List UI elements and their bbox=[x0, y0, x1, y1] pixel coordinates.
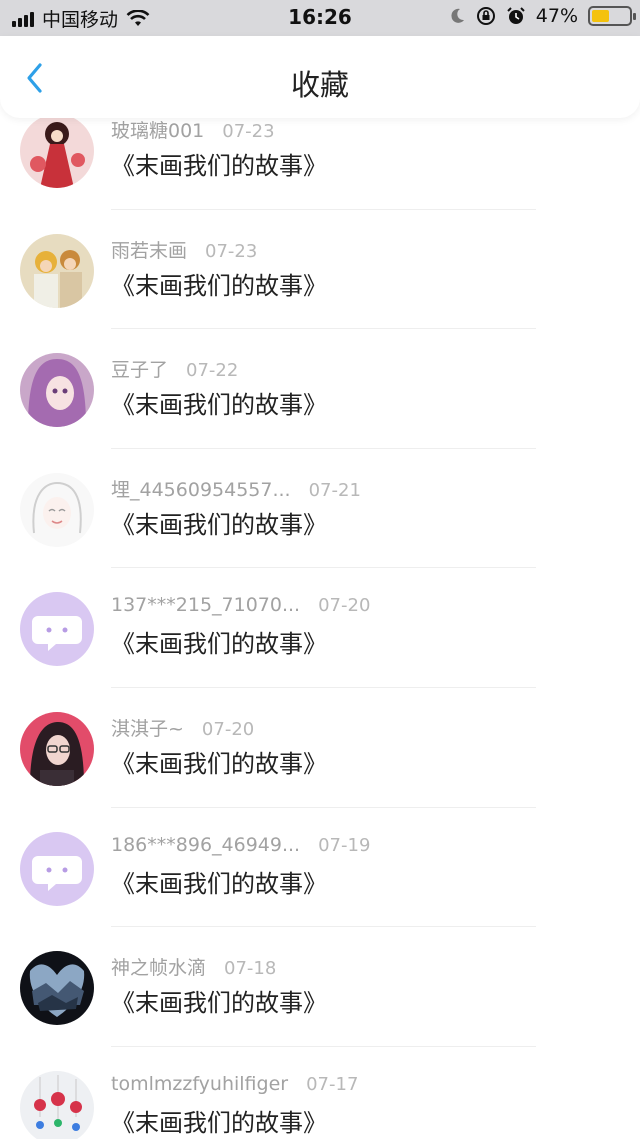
battery-fill bbox=[592, 10, 609, 22]
battery-icon bbox=[588, 6, 636, 26]
list-item[interactable]: 137***215_71070... 07-20 《末画我们的故事》 bbox=[0, 568, 640, 688]
avatar[interactable] bbox=[20, 233, 94, 308]
list-item[interactable]: 玻璃糖001 07-23 《末画我们的故事》 bbox=[0, 118, 640, 210]
alarm-icon bbox=[507, 7, 525, 24]
favorite-date: 07-21 bbox=[308, 479, 361, 501]
username: 玻璃糖001 bbox=[111, 120, 205, 142]
work-title: 《末画我们的故事》 bbox=[111, 271, 327, 300]
list-item[interactable]: tomlmzzfyuhilfiger 07-17 《末画我们的故事》 bbox=[0, 1047, 640, 1139]
work-title: 《末画我们的故事》 bbox=[111, 749, 327, 778]
favorite-date: 07-17 bbox=[306, 1073, 359, 1095]
username: 186***896_46949... bbox=[111, 833, 301, 856]
favorite-date: 07-23 bbox=[222, 121, 275, 142]
avatar[interactable] bbox=[20, 831, 94, 906]
favorites-list[interactable]: 玻璃糖001 07-23 《末画我们的故事》 雨若末画 07-23 《末画我们的… bbox=[0, 118, 640, 1139]
favorite-date: 07-19 bbox=[318, 834, 371, 856]
list-item[interactable]: 埋_44560954557... 07-21 《末画我们的故事》 bbox=[0, 449, 640, 569]
work-title: 《末画我们的故事》 bbox=[111, 630, 327, 659]
username: 神之帧水滴 bbox=[111, 957, 207, 980]
page-title: 收藏 bbox=[290, 68, 349, 102]
avatar[interactable] bbox=[20, 592, 94, 667]
moon-icon bbox=[451, 8, 464, 23]
work-title: 《末画我们的故事》 bbox=[111, 510, 327, 539]
avatar[interactable] bbox=[20, 951, 94, 1026]
username: 埋_44560954557... bbox=[111, 478, 291, 501]
nav-bar: 收藏 bbox=[0, 36, 640, 118]
avatar[interactable] bbox=[20, 1070, 94, 1139]
favorite-date: 07-20 bbox=[318, 595, 371, 617]
work-title: 《末画我们的故事》 bbox=[111, 989, 327, 1018]
username: 豆子了 bbox=[111, 359, 169, 382]
username: 雨若末画 bbox=[111, 239, 188, 262]
avatar[interactable] bbox=[20, 353, 94, 428]
list-item[interactable]: 神之帧水滴 07-18 《末画我们的故事》 bbox=[0, 927, 640, 1047]
username: tomlmzzfyuhilfiger bbox=[111, 1072, 289, 1095]
favorite-date: 07-22 bbox=[186, 360, 239, 382]
avatar[interactable] bbox=[20, 472, 94, 547]
favorite-date: 07-18 bbox=[224, 958, 277, 980]
list-item[interactable]: 豆子了 07-22 《末画我们的故事》 bbox=[0, 329, 640, 449]
work-title: 《末画我们的故事》 bbox=[111, 1108, 327, 1137]
avatar[interactable] bbox=[20, 711, 94, 786]
rotation-lock-icon bbox=[476, 7, 495, 25]
username: 137***215_71070... bbox=[111, 594, 301, 617]
username: 淇淇子~ bbox=[111, 717, 184, 740]
favorite-date: 07-23 bbox=[205, 240, 258, 262]
work-title: 《末画我们的故事》 bbox=[111, 869, 327, 898]
list-item[interactable]: 淇淇子~ 07-20 《末画我们的故事》 bbox=[0, 688, 640, 808]
list-item[interactable]: 雨若末画 07-23 《末画我们的故事》 bbox=[0, 210, 640, 330]
battery-percent: 47% bbox=[535, 5, 578, 27]
avatar[interactable] bbox=[20, 118, 94, 188]
list-item[interactable]: 186***896_46949... 07-19 《末画我们的故事》 bbox=[0, 808, 640, 928]
favorite-date: 07-20 bbox=[201, 718, 255, 740]
work-title: 《末画我们的故事》 bbox=[111, 391, 327, 420]
status-bar: 中国移动 16:26 47% bbox=[0, 0, 640, 36]
work-title: 《末画我们的故事》 bbox=[111, 152, 327, 180]
